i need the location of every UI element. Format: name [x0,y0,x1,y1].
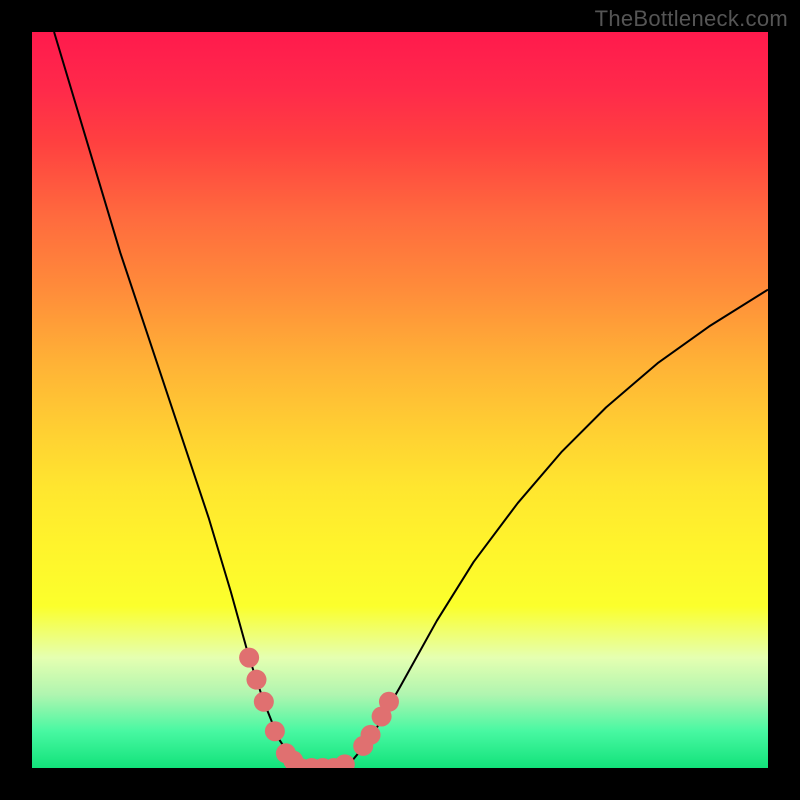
plot-area [32,32,768,768]
marker-dot [265,721,285,741]
marker-dot [254,692,274,712]
marker-dots [239,648,399,768]
curve-line [54,32,768,768]
chart-frame: TheBottleneck.com [0,0,800,800]
watermark-text: TheBottleneck.com [595,6,788,32]
marker-dot [379,692,399,712]
marker-dot [335,754,355,768]
bottleneck-curve [54,32,768,768]
marker-dot [361,725,381,745]
chart-svg [32,32,768,768]
marker-dot [246,670,266,690]
marker-dot [239,648,259,668]
